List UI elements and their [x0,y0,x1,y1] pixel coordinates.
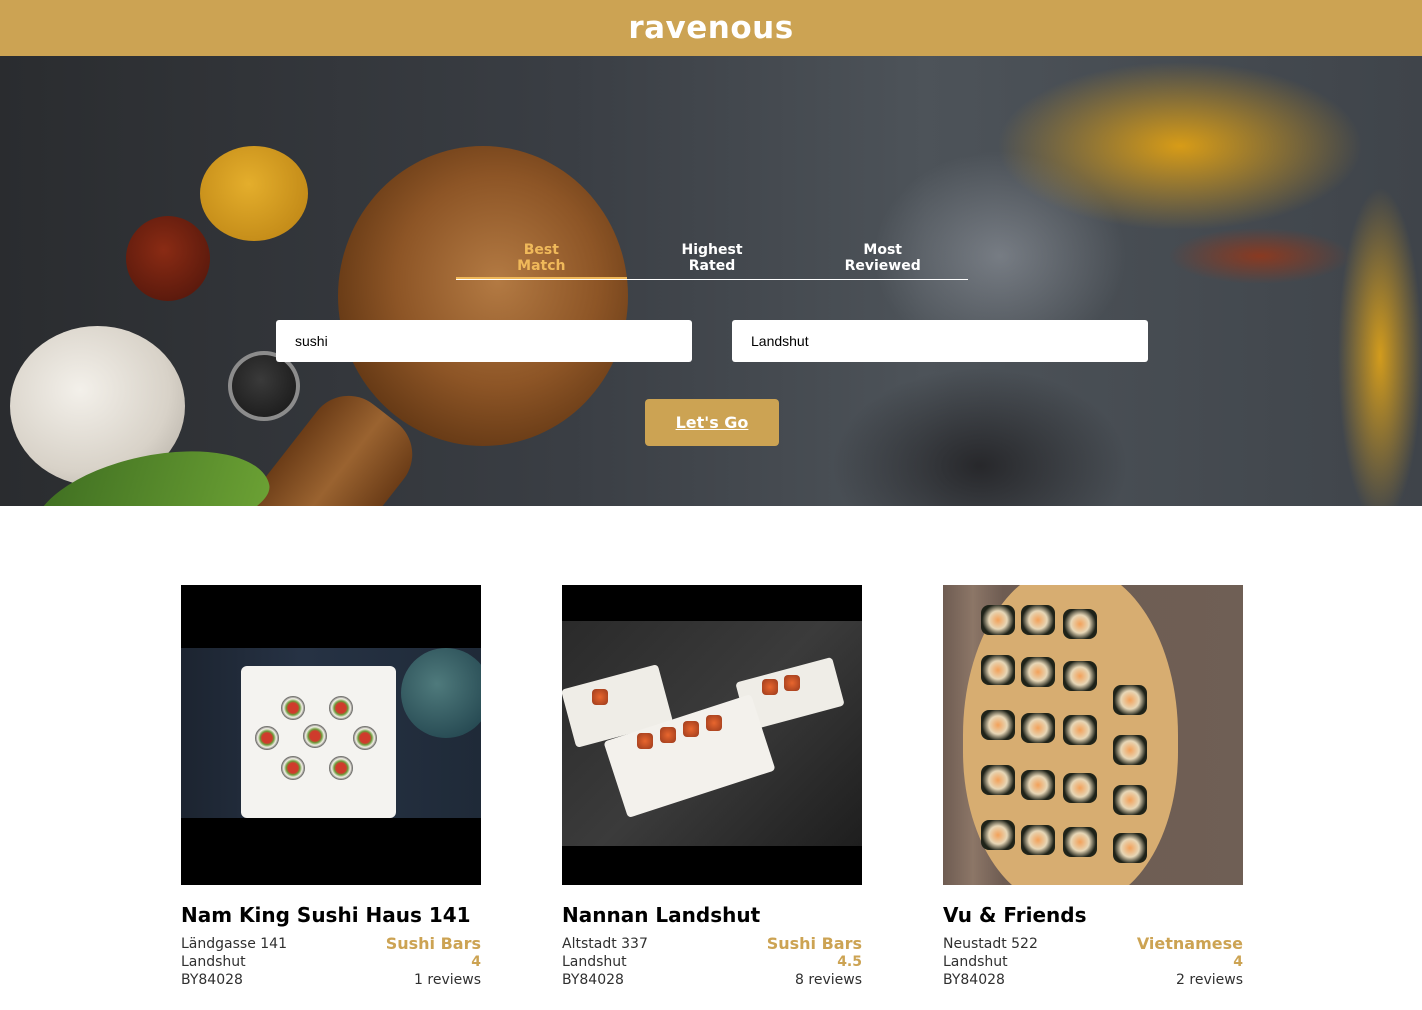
sort-tab-label-line1: Best [523,242,559,258]
search-location-input[interactable]: Landshut [732,320,1148,362]
business-image [181,585,481,885]
business-review-count: 8 reviews [795,972,862,988]
turmeric-spoon-decoration [200,146,308,241]
sort-tab-label-line1: Highest [681,242,743,258]
app-logo: ravenous [628,10,794,46]
business-review-count: 1 reviews [414,972,481,988]
business-card[interactable]: Vu & Friends Neustadt 522 Landshut BY840… [943,585,1243,989]
lets-go-button[interactable]: Let's Go [645,399,779,446]
chili-spoon-decoration [126,216,210,301]
search-hero: Best Match Highest Rated Most Reviewed s… [0,56,1422,506]
address-state-zip: BY84028 [562,972,624,988]
business-list: Nam King Sushi Haus 141 Ländgasse 141 La… [0,585,1422,1005]
business-review-count: 2 reviews [1176,972,1243,988]
business-card[interactable]: Nam King Sushi Haus 141 Ländgasse 141 La… [181,585,481,989]
business-meta: Vietnamese 4 2 reviews [1137,935,1243,989]
sort-tab-label-line1: Most [863,242,902,258]
business-category: Sushi Bars [385,934,481,953]
sort-tab-highest-rated[interactable]: Highest Rated [627,242,798,279]
address-city: Landshut [181,954,246,970]
sort-tab-best-match[interactable]: Best Match [456,242,627,279]
address-city: Landshut [562,954,627,970]
business-rating: 4.5 [837,954,862,970]
wooden-spoon-decoration [338,146,628,446]
business-info: Altstadt 337 Landshut BY84028 Sushi Bars… [562,935,862,989]
address-street: Neustadt 522 [943,936,1038,952]
sort-tab-label-line2: Rated [688,258,736,274]
business-name: Nannan Landshut [562,903,761,927]
business-info: Neustadt 522 Landshut BY84028 Vietnamese… [943,935,1243,989]
address-state-zip: BY84028 [181,972,243,988]
address-city: Landshut [943,954,1008,970]
business-address: Neustadt 522 Landshut BY84028 [943,935,1038,989]
business-meta: Sushi Bars 4.5 8 reviews [767,935,862,989]
business-address: Altstadt 337 Landshut BY84028 [562,935,648,989]
business-category: Vietnamese [1136,934,1243,953]
top-navbar: ravenous [0,0,1422,56]
address-state-zip: BY84028 [943,972,1005,988]
business-image [562,585,862,885]
business-info: Ländgasse 141 Landshut BY84028 Sushi Bar… [181,935,481,989]
business-name: Nam King Sushi Haus 141 [181,903,471,927]
sort-tab-most-reviewed[interactable]: Most Reviewed [797,242,968,279]
business-name: Vu & Friends [943,903,1087,927]
sort-tab-label-line2: Reviewed [844,258,921,274]
business-card[interactable]: Nannan Landshut Altstadt 337 Landshut BY… [562,585,862,989]
address-street: Ländgasse 141 [181,936,287,952]
sort-options: Best Match Highest Rated Most Reviewed [456,242,968,280]
search-term-input[interactable]: sushi [276,320,692,362]
business-meta: Sushi Bars 4 1 reviews [386,935,481,989]
sort-tab-label-line2: Match [517,258,566,274]
address-street: Altstadt 337 [562,936,648,952]
business-address: Ländgasse 141 Landshut BY84028 [181,935,287,989]
business-rating: 4 [1233,954,1243,970]
business-image [943,585,1243,885]
business-rating: 4 [471,954,481,970]
business-category: Sushi Bars [766,934,862,953]
